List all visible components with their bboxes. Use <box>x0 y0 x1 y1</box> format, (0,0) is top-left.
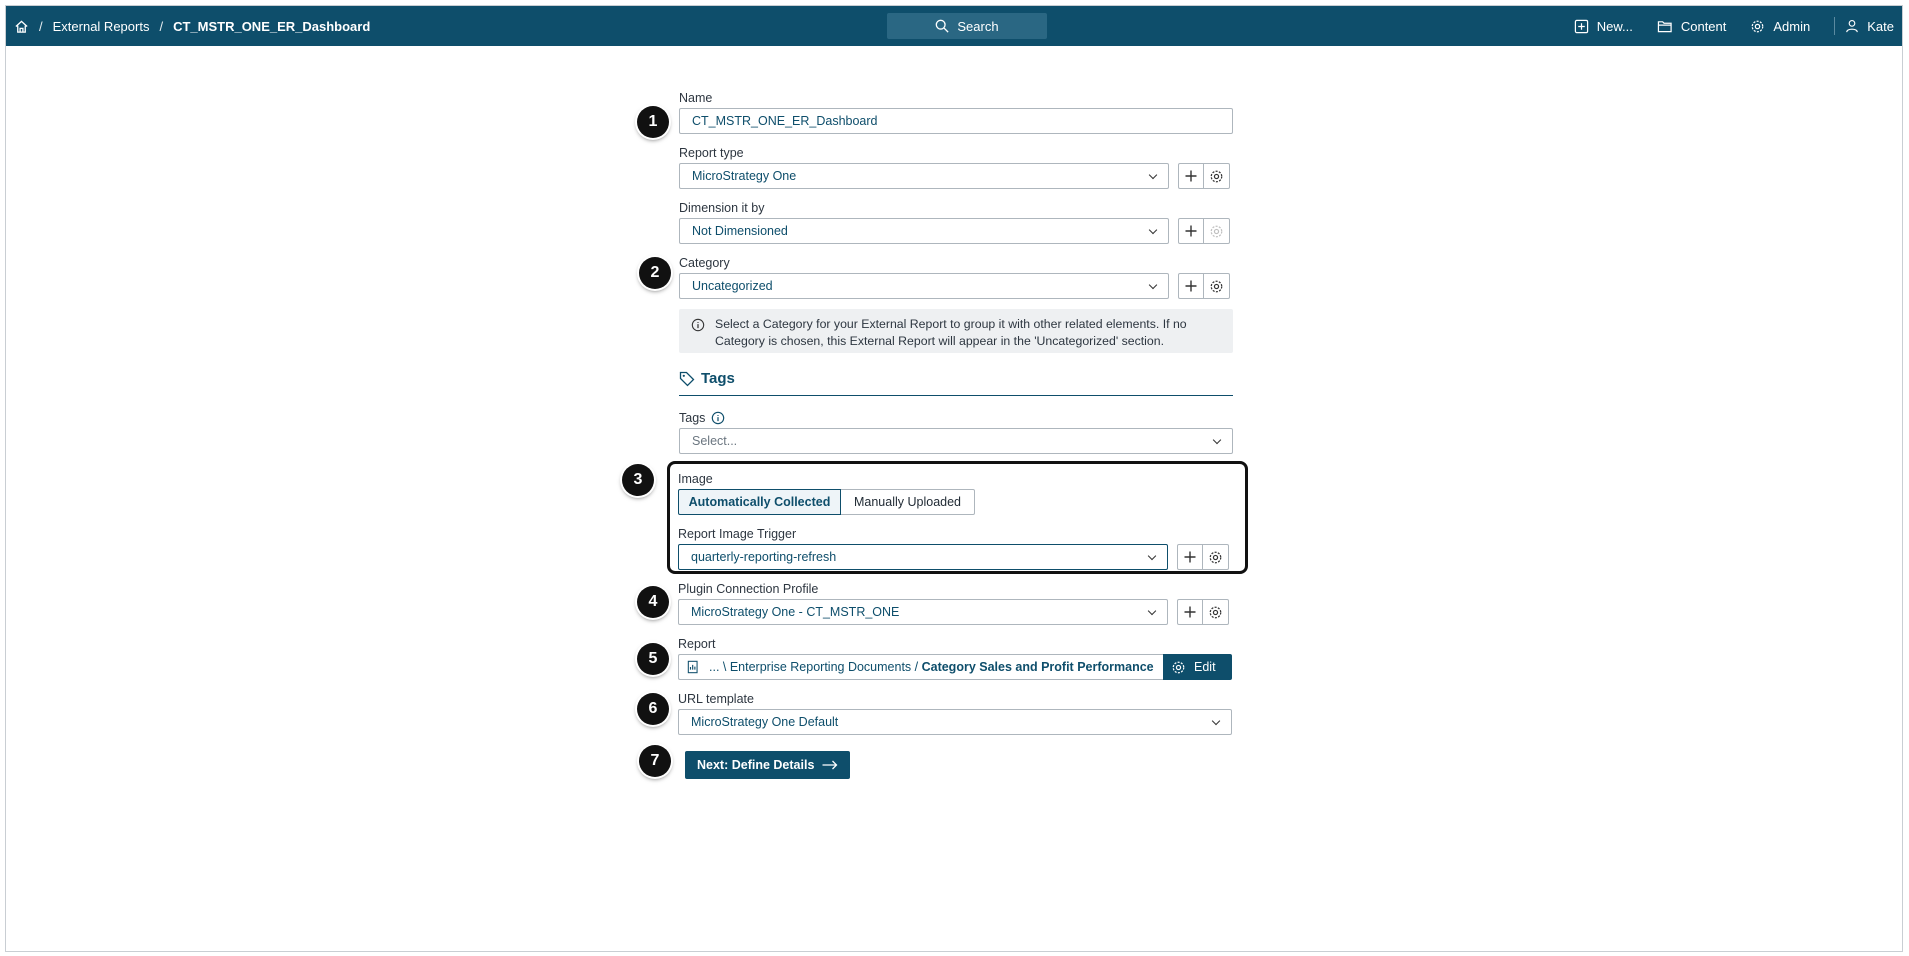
url-template-value: MicroStrategy One Default <box>691 715 839 729</box>
add-dimension-button[interactable] <box>1178 218 1204 244</box>
profile-settings-button[interactable] <box>1203 599 1229 625</box>
edit-report-button[interactable]: Edit <box>1163 654 1232 680</box>
tags-divider <box>679 395 1233 396</box>
info-icon <box>691 318 705 332</box>
content-label: Content <box>1680 18 1727 34</box>
dimension-label: Dimension it by <box>679 201 765 215</box>
gear-icon <box>1750 19 1765 34</box>
callout-2: 2 <box>639 257 671 289</box>
search-label: Search <box>957 18 999 34</box>
category-value: Uncategorized <box>692 279 773 293</box>
category-select[interactable]: Uncategorized <box>679 273 1169 299</box>
plugin-connection-profile-value: MicroStrategy One - CT_MSTR_ONE <box>691 605 900 619</box>
plus-icon <box>1185 170 1197 182</box>
report-name: Category Sales and Profit Performance <box>921 660 1154 674</box>
report-type-select[interactable]: MicroStrategy One <box>679 163 1169 189</box>
add-profile-button[interactable] <box>1177 599 1203 625</box>
report-field[interactable]: ... \ Enterprise Reporting Documents / C… <box>678 654 1163 680</box>
add-category-button[interactable] <box>1178 273 1204 299</box>
callout-6: 6 <box>637 693 669 725</box>
new-label: New... <box>1596 18 1633 34</box>
callout-3: 3 <box>622 464 654 496</box>
url-template-label: URL template <box>678 692 754 706</box>
divider <box>1834 17 1836 35</box>
breadcrumb-separator: / <box>39 18 43 34</box>
category-settings-button[interactable] <box>1204 273 1230 299</box>
content-button[interactable]: Content <box>1657 18 1727 34</box>
user-menu[interactable]: Kate <box>1845 19 1894 34</box>
url-template-select[interactable]: MicroStrategy One Default <box>678 709 1232 735</box>
callout-4: 4 <box>637 586 669 618</box>
report-label: Report <box>678 637 716 651</box>
app-window: / External Reports / CT_MSTR_ONE_ER_Dash… <box>5 5 1903 952</box>
gear-icon <box>1171 660 1186 675</box>
dimension-value: Not Dimensioned <box>692 224 788 238</box>
category-info-text: Select a Category for your External Repo… <box>715 317 1187 348</box>
category-info-box: Select a Category for your External Repo… <box>679 309 1233 353</box>
plus-icon <box>1185 225 1197 237</box>
folder-icon <box>1657 19 1673 34</box>
breadcrumb-external-reports[interactable]: External Reports <box>53 19 150 34</box>
dimension-settings-button[interactable] <box>1204 218 1230 244</box>
report-path-prefix: ... \ Enterprise Reporting Documents / <box>709 660 922 674</box>
arrow-right-icon <box>822 760 838 770</box>
search-icon <box>935 19 949 33</box>
user-label: Kate <box>1867 18 1894 34</box>
admin-label: Admin <box>1773 18 1811 34</box>
user-icon <box>1845 19 1859 33</box>
tags-heading-text: Tags <box>701 370 735 387</box>
category-label: Category <box>679 256 730 270</box>
new-button[interactable]: New... <box>1574 19 1633 34</box>
name-input[interactable]: CT_MSTR_ONE_ER_Dashboard <box>679 108 1233 134</box>
callout-7: 7 <box>639 745 671 777</box>
tags-label-row: Tags <box>679 411 725 425</box>
tags-section-heading: Tags <box>679 370 735 387</box>
gear-icon <box>1209 169 1224 184</box>
tags-select[interactable]: Select... <box>679 428 1233 454</box>
callout-5: 5 <box>637 643 669 675</box>
next-define-details-button[interactable]: Next: Define Details <box>685 751 851 779</box>
report-path: ... \ Enterprise Reporting Documents / C… <box>709 660 1154 674</box>
top-actions: New... Content Admin Kate <box>1574 6 1894 46</box>
plugin-connection-profile-label: Plugin Connection Profile <box>678 582 819 596</box>
breadcrumb-current: CT_MSTR_ONE_ER_Dashboard <box>173 18 371 34</box>
plugin-connection-profile-select[interactable]: MicroStrategy One - CT_MSTR_ONE <box>678 599 1168 625</box>
name-value: CT_MSTR_ONE_ER_Dashboard <box>692 114 878 128</box>
plus-icon <box>1184 606 1196 618</box>
new-icon <box>1574 19 1589 34</box>
gear-icon <box>1209 279 1224 294</box>
admin-button[interactable]: Admin <box>1750 19 1810 34</box>
breadcrumb: / External Reports / CT_MSTR_ONE_ER_Dash… <box>14 6 370 46</box>
plus-icon <box>1185 280 1197 292</box>
report-type-value: MicroStrategy One <box>692 169 797 183</box>
gear-icon <box>1209 224 1224 239</box>
search-button[interactable]: Search <box>887 13 1047 39</box>
name-label: Name <box>679 91 713 105</box>
edit-label: Edit <box>1194 660 1216 674</box>
add-report-type-button[interactable] <box>1178 163 1204 189</box>
info-icon[interactable] <box>711 411 725 425</box>
home-icon[interactable] <box>14 19 29 34</box>
breadcrumb-separator: / <box>159 18 164 34</box>
report-icon <box>687 660 701 674</box>
report-type-settings-button[interactable] <box>1204 163 1230 189</box>
top-navigation-bar: / External Reports / CT_MSTR_ONE_ER_Dash… <box>6 6 1902 46</box>
report-type-label: Report type <box>679 146 744 160</box>
tags-label: Tags <box>679 411 706 425</box>
next-button-label: Next: Define Details <box>697 758 815 772</box>
tag-icon <box>679 371 695 387</box>
dimension-select[interactable]: Not Dimensioned <box>679 218 1169 244</box>
gear-icon <box>1208 605 1223 620</box>
callout-1: 1 <box>637 106 669 138</box>
image-section-highlight <box>667 461 1248 574</box>
tags-placeholder: Select... <box>692 434 738 448</box>
